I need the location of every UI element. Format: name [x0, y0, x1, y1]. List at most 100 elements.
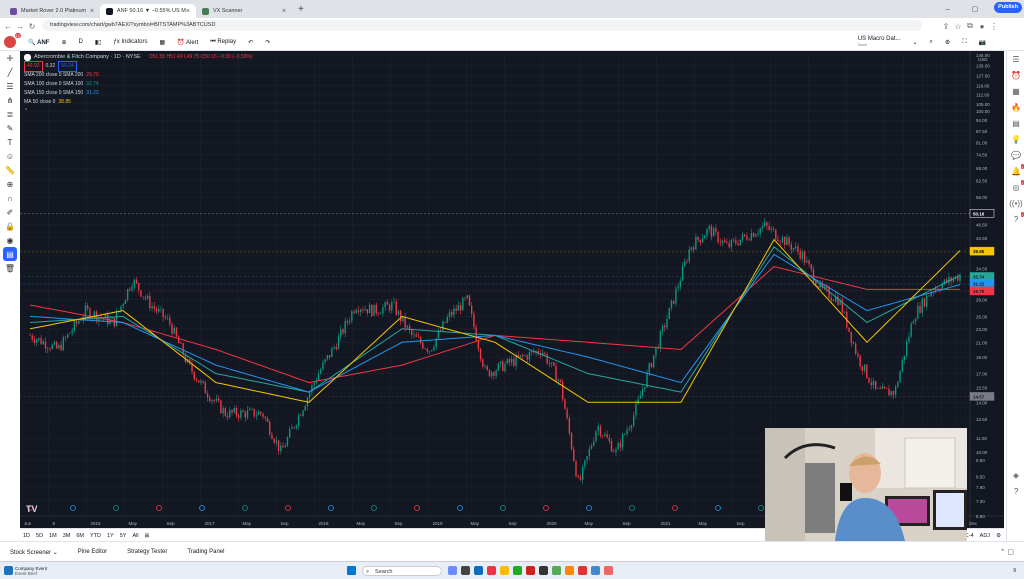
timeframe-option[interactable]: 1D [20, 533, 33, 539]
symbol-search-button[interactable]: 🔍 ANF [22, 39, 55, 46]
timeframe-option[interactable]: YTD [87, 533, 104, 539]
settings-gear-icon[interactable]: ⚙ [993, 533, 1004, 539]
settings-icon[interactable]: ⚙ [939, 39, 956, 46]
browser-tab[interactable]: Market Rover 2.0 Platinum × [4, 4, 100, 18]
app-icon[interactable] [487, 566, 497, 575]
tab-strategy-tester[interactable]: Strategy Tester [117, 549, 177, 555]
chat-icon[interactable]: 💬 [1007, 147, 1024, 163]
tab-stock-screener[interactable]: Stock Screener ⌄ [0, 549, 68, 556]
fib-retracement-icon[interactable]: ≣ [0, 107, 20, 121]
edge-icon[interactable] [474, 566, 484, 575]
taskbar-search[interactable]: ⌕ Search [362, 565, 443, 576]
collapse-icon[interactable] [24, 54, 31, 61]
task-view-icon[interactable] [448, 566, 458, 575]
adjust-button[interactable]: ADJ [977, 533, 993, 539]
alerts-icon[interactable]: ⏰ [1007, 67, 1024, 83]
help-circle-icon[interactable]: ? [1007, 483, 1024, 499]
timeframe-option[interactable]: 5D [33, 533, 46, 539]
timeframe-option[interactable]: 5Y [117, 533, 130, 539]
url-field[interactable]: tradingview.com/chart/gwb7AEX/?symbol=BI… [42, 20, 922, 31]
magnet-icon[interactable]: ∩ [0, 191, 20, 205]
forward-icon[interactable]: → [14, 22, 26, 31]
bookmark-star-icon[interactable]: ☆ [952, 22, 964, 31]
alert-button[interactable]: ⏰ Alert [171, 39, 204, 46]
browser-tab-active[interactable]: ANF 50.16 ▼ −0.55% US Macro... × [100, 4, 196, 18]
avatar[interactable]: 12 [4, 33, 21, 48]
app-icon[interactable] [578, 566, 588, 575]
add-symbol-icon[interactable]: ⊕ [55, 39, 72, 46]
app-icon[interactable] [591, 566, 601, 575]
eye-icon[interactable]: ◉ [0, 233, 20, 247]
ruler-icon[interactable]: 📏 [0, 163, 20, 177]
horizontal-lines-icon[interactable]: ☰ [0, 79, 20, 93]
back-icon[interactable]: ← [2, 22, 14, 31]
publish-button[interactable]: Publish [994, 2, 1022, 13]
share-icon[interactable]: ⇪ [940, 22, 952, 31]
app-icon[interactable] [552, 566, 562, 575]
layout-name-button[interactable]: US Macro Dat... Save [852, 36, 907, 48]
trash-icon[interactable]: 🗑 [0, 261, 20, 275]
quick-search-icon[interactable]: ⌕ [924, 39, 939, 46]
layout-dropdown-icon[interactable]: ⌄ [907, 39, 924, 46]
crosshair-icon[interactable]: ✛ [0, 51, 20, 65]
app-icon[interactable] [513, 566, 523, 575]
pitchfork-icon[interactable]: ⋔ [0, 93, 20, 107]
chrome-icon[interactable] [500, 566, 510, 575]
news-widget[interactable]: Company Event Event Brief [15, 566, 47, 576]
panel-collapse-icon[interactable]: ⌃ ▢ [1000, 548, 1014, 556]
extensions-icon[interactable]: ⧉ [964, 21, 976, 31]
weather-widget-icon[interactable] [4, 566, 13, 575]
app-icon[interactable] [526, 566, 536, 575]
indicator-legend-row[interactable]: MA 50 close 0 38.85 [24, 98, 253, 107]
file-explorer-icon[interactable] [461, 566, 471, 575]
patterns-icon[interactable]: ☺ [0, 149, 20, 163]
reload-icon[interactable]: ↻ [26, 22, 38, 31]
help-icon[interactable]: ? • [1007, 211, 1024, 227]
object-tree-icon[interactable]: ▤ [3, 247, 17, 261]
tab-trading-panel[interactable]: Trading Panel [177, 549, 234, 555]
streams-icon[interactable]: ◎ • [1007, 179, 1024, 195]
timeframe-option[interactable]: 3M [60, 533, 74, 539]
fullscreen-icon[interactable]: ⛶ [956, 39, 972, 46]
more-menu-icon[interactable]: ⋮ [988, 22, 1000, 31]
layers-icon[interactable]: ◈ [1007, 467, 1024, 483]
profile-icon[interactable]: ● [976, 22, 988, 31]
app-icon[interactable] [604, 566, 614, 575]
close-icon[interactable]: × [186, 8, 190, 15]
start-menu-icon[interactable] [347, 566, 357, 575]
undo-icon[interactable]: ↶ [242, 39, 259, 46]
watchlist-icon[interactable]: ☰ [1007, 51, 1024, 67]
app-icon[interactable] [565, 566, 575, 575]
trend-line-icon[interactable]: ╱ [0, 65, 20, 79]
templates-icon[interactable]: ▦ [154, 39, 172, 46]
indicator-legend-row[interactable]: SMA 150 close 0 SMA 150 31.22 [24, 89, 253, 98]
chart-type-icon[interactable]: ▮▯ [89, 39, 108, 46]
indicators-button[interactable]: ƒx Indicators [107, 39, 153, 45]
hotlists-icon[interactable]: 🔥 [1007, 99, 1024, 115]
timeframe-button[interactable]: D [73, 39, 89, 45]
text-tool-icon[interactable]: T [0, 135, 20, 149]
timeframe-option[interactable]: All [129, 533, 141, 539]
timeframe-option[interactable]: 1M [46, 533, 60, 539]
stay-drawing-icon[interactable]: ✐ [0, 205, 20, 219]
lock-icon[interactable]: 🔒 [0, 219, 20, 233]
notifications-icon[interactable]: 🔔 • [1007, 163, 1024, 179]
browser-tab[interactable]: VX Scanner × [196, 4, 292, 18]
timeframe-option[interactable]: 1Y [104, 533, 117, 539]
camera-icon[interactable]: 📷 [973, 39, 992, 46]
replay-button[interactable]: ⏮ Replay [204, 39, 242, 46]
redo-icon[interactable]: ↷ [259, 39, 276, 46]
tab-pine-editor[interactable]: Pine Editor [68, 549, 117, 555]
new-tab-icon[interactable]: + [298, 4, 304, 15]
data-window-icon[interactable]: ▦ [1007, 83, 1024, 99]
legend-toggle-icon[interactable]: ⌃ [24, 107, 253, 116]
date-range-icon[interactable]: ⊞ [142, 533, 153, 539]
close-icon[interactable]: × [282, 8, 286, 15]
indicator-legend-row[interactable]: SMA 200 close 0 SMA 200 29.70 [24, 71, 253, 80]
ideas-icon[interactable]: 💡 [1007, 131, 1024, 147]
broadcast-icon[interactable]: ((•)) [1007, 195, 1024, 211]
close-icon[interactable]: × [90, 8, 94, 15]
timeframe-option[interactable]: 6M [73, 533, 87, 539]
app-icon[interactable] [539, 566, 549, 575]
calendar-icon[interactable]: ▤ [1007, 115, 1024, 131]
